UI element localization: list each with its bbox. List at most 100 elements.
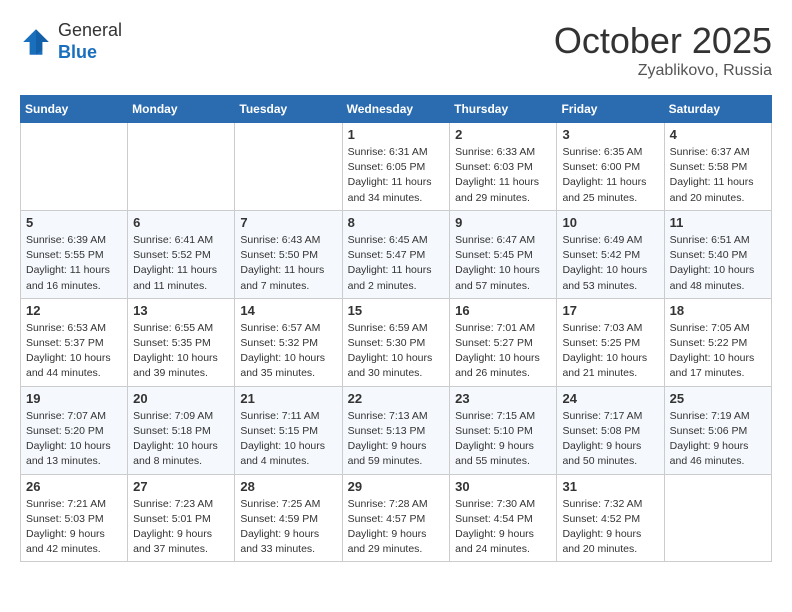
day-number: 9 <box>455 215 551 230</box>
calendar-cell: 17 Sunrise: 7:03 AM Sunset: 5:25 PM Dayli… <box>557 298 664 386</box>
day-number: 15 <box>348 303 445 318</box>
day-number: 1 <box>348 127 445 142</box>
day-number: 4 <box>670 127 766 142</box>
calendar-cell: 8Sunrise: 6:45 AM Sunset: 5:47 PM Daylig… <box>342 210 450 298</box>
day-number: 11 <box>670 215 766 230</box>
day-number: 5 <box>26 215 122 230</box>
weekday-header-friday: Friday <box>557 96 664 123</box>
calendar-cell: 5Sunrise: 6:39 AM Sunset: 5:55 PM Daylig… <box>21 210 128 298</box>
logo-blue-text: Blue <box>58 42 97 62</box>
day-info: Sunrise: 7:03 AM Sunset: 5:25 PM Dayligh… <box>562 321 658 382</box>
day-number: 23 <box>455 391 551 406</box>
day-info: Sunrise: 7:21 AM Sunset: 5:03 PM Dayligh… <box>26 497 122 558</box>
calendar-cell: 13 Sunrise: 6:55 AM Sunset: 5:35 PM Dayli… <box>128 298 235 386</box>
day-number: 18 <box>670 303 766 318</box>
day-number: 13 <box>133 303 229 318</box>
day-info: Sunrise: 7:19 AM Sunset: 5:06 PM Dayligh… <box>670 409 766 470</box>
calendar-cell: 21 Sunrise: 7:11 AM Sunset: 5:15 PM Dayli… <box>235 386 342 474</box>
calendar-cell: 31Sunrise: 7:32 AM Sunset: 4:52 PM Dayli… <box>557 474 664 562</box>
day-info: Sunrise: 6:51 AM Sunset: 5:40 PM Dayligh… <box>670 233 766 294</box>
calendar-cell: 23 Sunrise: 7:15 AM Sunset: 5:10 PM Dayli… <box>450 386 557 474</box>
day-info: Sunrise: 7:05 AM Sunset: 5:22 PM Dayligh… <box>670 321 766 382</box>
calendar-cell: 22Sunrise: 7:13 AM Sunset: 5:13 PM Dayli… <box>342 386 450 474</box>
calendar-cell: 15Sunrise: 6:59 AM Sunset: 5:30 PM Dayli… <box>342 298 450 386</box>
calendar-cell <box>664 474 771 562</box>
day-number: 7 <box>240 215 336 230</box>
day-info: Sunrise: 7:23 AM Sunset: 5:01 PM Dayligh… <box>133 497 229 558</box>
calendar-cell: 12 Sunrise: 6:53 AM Sunset: 5:37 PM Dayli… <box>21 298 128 386</box>
day-info: Sunrise: 7:28 AM Sunset: 4:57 PM Dayligh… <box>348 497 445 558</box>
weekday-header-wednesday: Wednesday <box>342 96 450 123</box>
day-info: Sunrise: 6:35 AM Sunset: 6:00 PM Dayligh… <box>562 145 658 206</box>
logo-general-text: General <box>58 20 122 40</box>
calendar-cell: 6Sunrise: 6:41 AM Sunset: 5:52 PM Daylig… <box>128 210 235 298</box>
calendar-cell: 29 Sunrise: 7:28 AM Sunset: 4:57 PM Dayli… <box>342 474 450 562</box>
calendar-cell: 25 Sunrise: 7:19 AM Sunset: 5:06 PM Dayli… <box>664 386 771 474</box>
calendar-cell: 24Sunrise: 7:17 AM Sunset: 5:08 PM Dayli… <box>557 386 664 474</box>
day-number: 26 <box>26 479 122 494</box>
day-info: Sunrise: 6:31 AM Sunset: 6:05 PM Dayligh… <box>348 145 445 206</box>
day-number: 21 <box>240 391 336 406</box>
calendar-cell: 16 Sunrise: 7:01 AM Sunset: 5:27 PM Dayli… <box>450 298 557 386</box>
day-number: 27 <box>133 479 229 494</box>
calendar-cell: 9Sunrise: 6:47 AM Sunset: 5:45 PM Daylig… <box>450 210 557 298</box>
weekday-header-saturday: Saturday <box>664 96 771 123</box>
day-info: Sunrise: 6:41 AM Sunset: 5:52 PM Dayligh… <box>133 233 229 294</box>
day-info: Sunrise: 6:49 AM Sunset: 5:42 PM Dayligh… <box>562 233 658 294</box>
calendar-cell: 10 Sunrise: 6:49 AM Sunset: 5:42 PM Dayli… <box>557 210 664 298</box>
calendar-cell: 11 Sunrise: 6:51 AM Sunset: 5:40 PM Dayli… <box>664 210 771 298</box>
day-info: Sunrise: 7:13 AM Sunset: 5:13 PM Dayligh… <box>348 409 445 470</box>
day-info: Sunrise: 6:57 AM Sunset: 5:32 PM Dayligh… <box>240 321 336 382</box>
day-number: 3 <box>562 127 658 142</box>
calendar-cell <box>235 123 342 211</box>
day-number: 16 <box>455 303 551 318</box>
day-number: 14 <box>240 303 336 318</box>
day-info: Sunrise: 6:43 AM Sunset: 5:50 PM Dayligh… <box>240 233 336 294</box>
calendar-table: SundayMondayTuesdayWednesdayThursdayFrid… <box>20 95 772 562</box>
calendar-week-row: 26 Sunrise: 7:21 AM Sunset: 5:03 PM Dayli… <box>21 474 772 562</box>
calendar-cell: 19 Sunrise: 7:07 AM Sunset: 5:20 PM Dayli… <box>21 386 128 474</box>
weekday-header-row: SundayMondayTuesdayWednesdayThursdayFrid… <box>21 96 772 123</box>
day-info: Sunrise: 7:11 AM Sunset: 5:15 PM Dayligh… <box>240 409 336 470</box>
day-info: Sunrise: 6:37 AM Sunset: 5:58 PM Dayligh… <box>670 145 766 206</box>
day-number: 12 <box>26 303 122 318</box>
calendar-cell <box>21 123 128 211</box>
calendar-cell: 7 Sunrise: 6:43 AM Sunset: 5:50 PM Daylig… <box>235 210 342 298</box>
calendar-week-row: 12 Sunrise: 6:53 AM Sunset: 5:37 PM Dayli… <box>21 298 772 386</box>
day-number: 8 <box>348 215 445 230</box>
calendar-cell: 14 Sunrise: 6:57 AM Sunset: 5:32 PM Dayli… <box>235 298 342 386</box>
day-info: Sunrise: 6:53 AM Sunset: 5:37 PM Dayligh… <box>26 321 122 382</box>
calendar-cell: 4 Sunrise: 6:37 AM Sunset: 5:58 PM Daylig… <box>664 123 771 211</box>
logo-icon <box>20 26 52 58</box>
calendar-cell: 1 Sunrise: 6:31 AM Sunset: 6:05 PM Daylig… <box>342 123 450 211</box>
day-info: Sunrise: 7:07 AM Sunset: 5:20 PM Dayligh… <box>26 409 122 470</box>
day-info: Sunrise: 7:15 AM Sunset: 5:10 PM Dayligh… <box>455 409 551 470</box>
day-number: 29 <box>348 479 445 494</box>
day-info: Sunrise: 6:55 AM Sunset: 5:35 PM Dayligh… <box>133 321 229 382</box>
weekday-header-monday: Monday <box>128 96 235 123</box>
calendar-week-row: 1 Sunrise: 6:31 AM Sunset: 6:05 PM Daylig… <box>21 123 772 211</box>
day-number: 10 <box>562 215 658 230</box>
day-number: 19 <box>26 391 122 406</box>
day-number: 2 <box>455 127 551 142</box>
weekday-header-thursday: Thursday <box>450 96 557 123</box>
calendar-week-row: 19 Sunrise: 7:07 AM Sunset: 5:20 PM Dayli… <box>21 386 772 474</box>
day-number: 25 <box>670 391 766 406</box>
day-info: Sunrise: 7:09 AM Sunset: 5:18 PM Dayligh… <box>133 409 229 470</box>
title-block: October 2025 Zyablikovo, Russia <box>554 20 772 80</box>
calendar-cell: 18 Sunrise: 7:05 AM Sunset: 5:22 PM Dayli… <box>664 298 771 386</box>
day-info: Sunrise: 7:17 AM Sunset: 5:08 PM Dayligh… <box>562 409 658 470</box>
calendar-cell: 28Sunrise: 7:25 AM Sunset: 4:59 PM Dayli… <box>235 474 342 562</box>
month-title: October 2025 <box>554 20 772 62</box>
calendar-week-row: 5Sunrise: 6:39 AM Sunset: 5:55 PM Daylig… <box>21 210 772 298</box>
day-info: Sunrise: 7:01 AM Sunset: 5:27 PM Dayligh… <box>455 321 551 382</box>
weekday-header-sunday: Sunday <box>21 96 128 123</box>
weekday-header-tuesday: Tuesday <box>235 96 342 123</box>
calendar-cell: 2Sunrise: 6:33 AM Sunset: 6:03 PM Daylig… <box>450 123 557 211</box>
calendar-body: 1 Sunrise: 6:31 AM Sunset: 6:05 PM Daylig… <box>21 123 772 562</box>
location: Zyablikovo, Russia <box>554 62 772 80</box>
day-number: 28 <box>240 479 336 494</box>
day-info: Sunrise: 7:30 AM Sunset: 4:54 PM Dayligh… <box>455 497 551 558</box>
calendar-header: SundayMondayTuesdayWednesdayThursdayFrid… <box>21 96 772 123</box>
day-number: 17 <box>562 303 658 318</box>
